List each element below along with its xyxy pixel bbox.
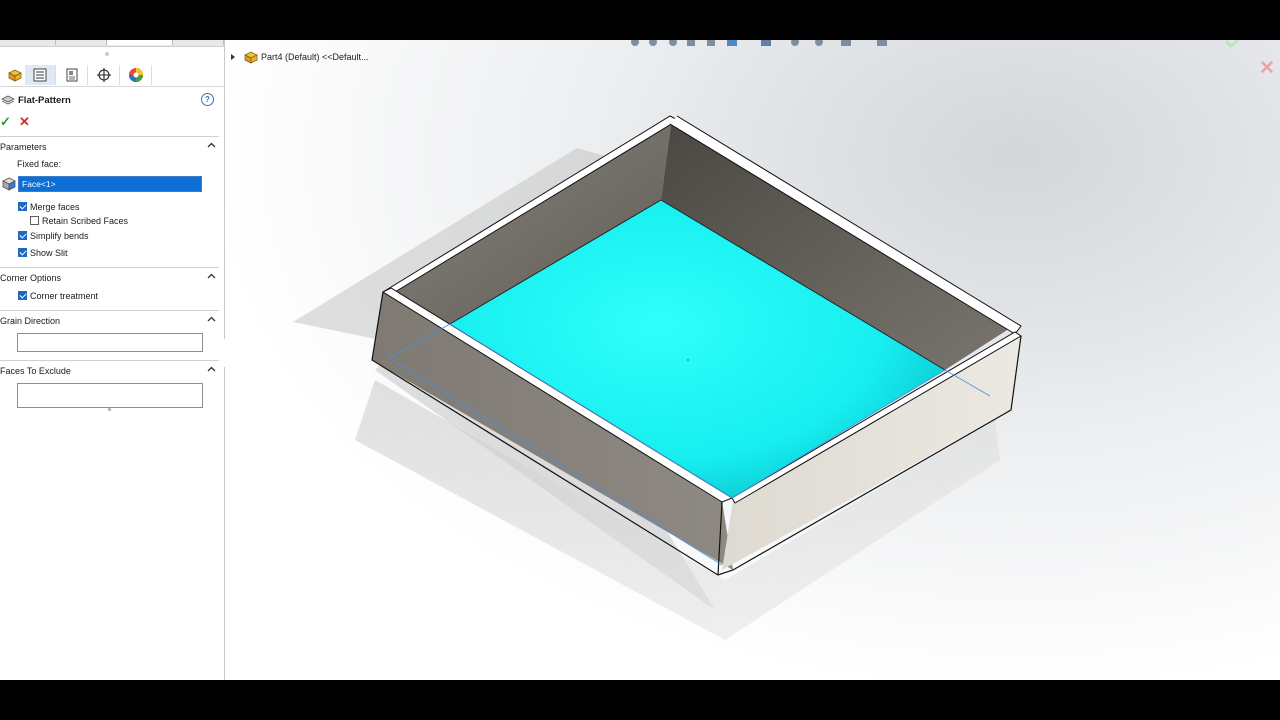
corner-treatment-checkbox[interactable] bbox=[18, 291, 27, 300]
feature-title: Flat-Pattern bbox=[18, 95, 71, 106]
tab-property-manager[interactable] bbox=[25, 65, 56, 85]
cancel-x-icon[interactable]: ✕ bbox=[19, 114, 30, 130]
face-origin-point bbox=[687, 359, 689, 361]
letterbox-bottom bbox=[0, 680, 1280, 720]
collapse-chevron-icon bbox=[207, 273, 216, 279]
merge-faces-label: Merge faces bbox=[30, 202, 80, 212]
collapse-chevron-icon bbox=[207, 142, 216, 148]
section-parameters[interactable]: Parameters bbox=[0, 136, 219, 153]
simplify-bends-checkbox[interactable] bbox=[18, 231, 27, 240]
grain-direction-field[interactable] bbox=[17, 333, 203, 352]
solidworks-window: Flat-Pattern ? ✓ ✕ Parameters Fixed face… bbox=[0, 40, 1280, 680]
show-slit-label: Show Slit bbox=[30, 248, 68, 258]
retain-scribed-faces-checkbox[interactable] bbox=[30, 216, 39, 225]
top-strip bbox=[0, 40, 224, 47]
manager-tabs bbox=[0, 64, 224, 87]
dimxpert-icon bbox=[97, 68, 111, 82]
corner-treatment-label: Corner treatment bbox=[30, 291, 99, 301]
face-selection-icon bbox=[2, 177, 16, 191]
collapse-chevron-icon bbox=[207, 366, 216, 372]
list-resize-handle[interactable] bbox=[108, 408, 111, 411]
feature-header: Flat-Pattern ? bbox=[0, 92, 224, 110]
collapse-chevron-icon bbox=[207, 316, 216, 322]
section-title-faces-to-exclude: Faces To Exclude bbox=[0, 366, 71, 376]
letterbox-top bbox=[0, 0, 1280, 40]
display-manager-icon bbox=[129, 68, 143, 82]
section-corner-options[interactable]: Corner Options bbox=[0, 267, 219, 284]
tab-configuration-manager[interactable] bbox=[57, 65, 88, 85]
show-slit-checkbox[interactable] bbox=[18, 248, 27, 257]
property-manager-icon bbox=[33, 68, 47, 82]
feature-manager-icon bbox=[8, 69, 22, 82]
flat-pattern-icon bbox=[1, 95, 15, 105]
fixed-face-field[interactable]: Face<1> bbox=[18, 176, 202, 192]
fixed-face-label: Fixed face: bbox=[17, 159, 62, 169]
help-icon[interactable]: ? bbox=[201, 93, 214, 106]
sheet-metal-box-model[interactable] bbox=[225, 40, 1280, 680]
retain-scribed-faces-label: Retain Scribed Faces bbox=[42, 216, 129, 226]
section-faces-to-exclude[interactable]: Faces To Exclude bbox=[0, 360, 219, 377]
graphics-area[interactable]: Part4 (Default) <<Default... ✕ bbox=[225, 40, 1280, 680]
section-title-corner-options: Corner Options bbox=[0, 273, 62, 283]
property-manager-panel: Flat-Pattern ? ✓ ✕ Parameters Fixed face… bbox=[0, 40, 225, 680]
simplify-bends-label: Simplify bends bbox=[30, 231, 89, 241]
section-grain-direction[interactable]: Grain Direction bbox=[0, 310, 219, 327]
tab-dimxpert[interactable] bbox=[89, 65, 120, 85]
section-title-parameters: Parameters bbox=[0, 142, 47, 152]
ok-checkmark-icon[interactable]: ✓ bbox=[0, 114, 11, 130]
tab-display-manager[interactable] bbox=[121, 65, 152, 85]
configuration-manager-icon bbox=[66, 68, 78, 82]
faces-to-exclude-list[interactable] bbox=[17, 383, 203, 408]
merge-faces-checkbox[interactable] bbox=[18, 202, 27, 211]
section-title-grain-direction: Grain Direction bbox=[0, 316, 61, 326]
panel-grip[interactable] bbox=[105, 52, 109, 56]
fixed-face-value: Face<1> bbox=[22, 179, 56, 189]
